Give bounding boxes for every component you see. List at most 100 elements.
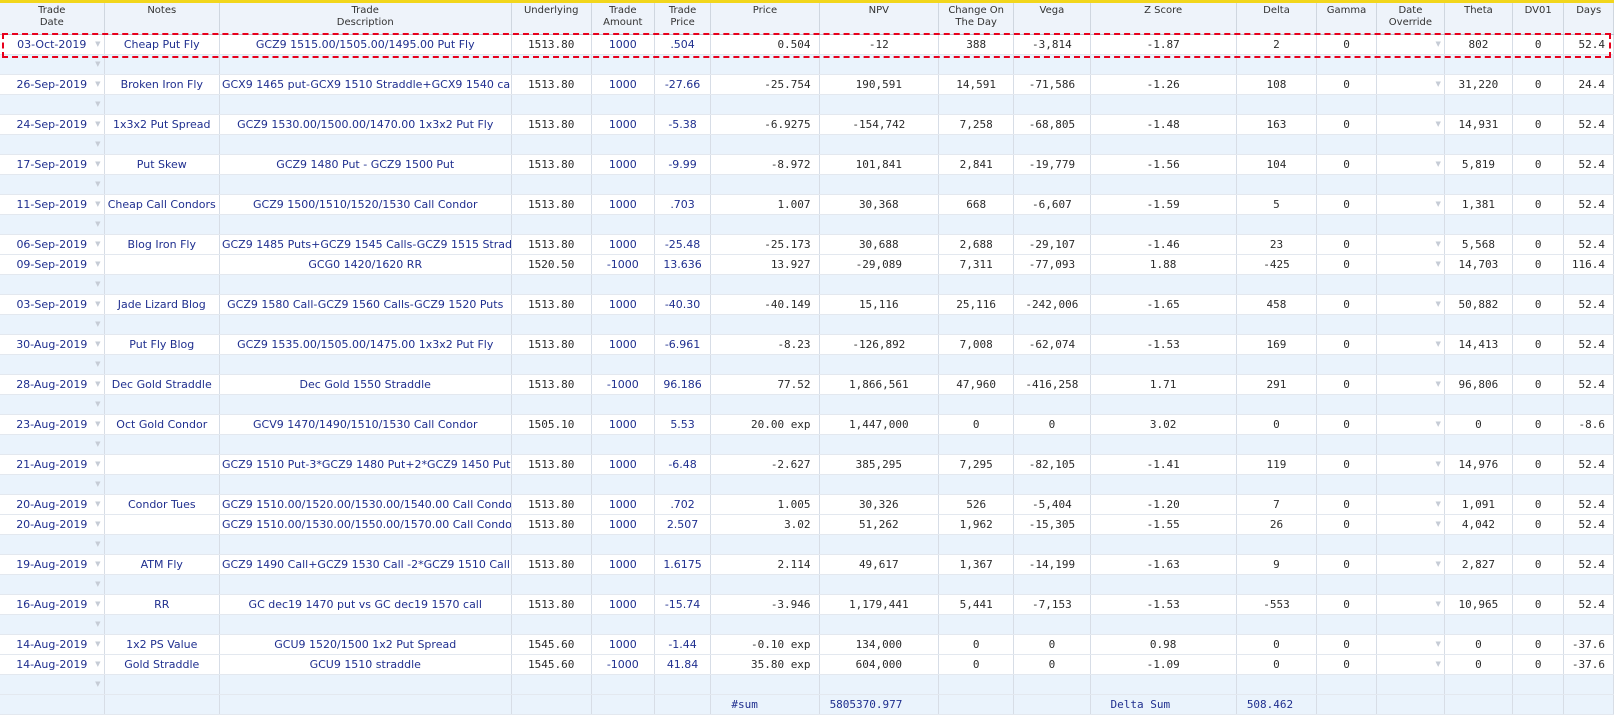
dropdown-arrow-icon[interactable]: ▼: [95, 120, 100, 128]
notes-cell[interactable]: Condor Tues: [104, 494, 220, 515]
date-override-cell[interactable]: ▼: [1376, 334, 1445, 355]
dropdown-arrow-icon[interactable]: ▼: [1436, 260, 1441, 268]
dropdown-arrow-icon[interactable]: ▼: [95, 540, 100, 548]
dropdown-arrow-icon[interactable]: ▼: [95, 180, 100, 188]
dropdown-arrow-icon[interactable]: ▼: [1436, 120, 1441, 128]
table-row[interactable]: 14-Aug-2019 ▼ Gold Straddle GCU9 1510 strad…: [0, 654, 1614, 675]
column-header-chg[interactable]: Change On The Day: [938, 3, 1015, 35]
dropdown-arrow-icon[interactable]: ▼: [95, 580, 100, 588]
notes-cell[interactable]: Oct Gold Condor: [104, 414, 220, 435]
dropdown-arrow-icon[interactable]: ▼: [95, 140, 100, 148]
date-override-cell[interactable]: ▼: [1376, 414, 1445, 435]
dropdown-arrow-icon[interactable]: ▼: [95, 380, 100, 388]
column-header-dov[interactable]: Date Override: [1376, 3, 1445, 35]
column-header-desc[interactable]: Trade Description: [219, 3, 512, 35]
date-override-cell[interactable]: ▼: [1376, 34, 1445, 55]
table-row[interactable]: 19-Aug-2019 ▼ ATM Fly GCZ9 1490 Call+GCZ9 1…: [0, 554, 1614, 575]
notes-cell[interactable]: Cheap Call Condors: [104, 194, 220, 215]
trade-description-cell[interactable]: GCZ9 1530.00/1500.00/1470.00 1x3x2 Put F…: [219, 114, 512, 135]
dropdown-arrow-icon[interactable]: ▼: [1436, 380, 1441, 388]
table-row[interactable]: 28-Aug-2019 ▼ Dec Gold Straddle Dec Gold 15…: [0, 374, 1614, 395]
column-header-dv01[interactable]: DV01: [1512, 3, 1565, 35]
column-header-price[interactable]: Price: [710, 3, 820, 35]
notes-cell[interactable]: [104, 254, 220, 275]
trade-date-cell[interactable]: 03-Oct-2019 ▼: [0, 34, 105, 55]
trade-description-cell[interactable]: GCV9 1470/1490/1510/1530 Call Condor: [219, 414, 512, 435]
trade-description-cell[interactable]: GCU9 1520/1500 1x2 Put Spread: [219, 634, 512, 655]
dropdown-arrow-icon[interactable]: ▼: [95, 320, 100, 328]
trade-date-cell[interactable]: 24-Sep-2019 ▼: [0, 114, 105, 135]
notes-cell[interactable]: [104, 514, 220, 535]
dropdown-arrow-icon[interactable]: ▼: [95, 400, 100, 408]
date-override-cell[interactable]: ▼: [1376, 154, 1445, 175]
column-header-und[interactable]: Underlying: [511, 3, 592, 35]
dropdown-arrow-icon[interactable]: ▼: [95, 280, 100, 288]
trade-description-cell[interactable]: GCZ9 1510.00/1530.00/1550.00/1570.00 Cal…: [219, 514, 512, 535]
date-override-cell[interactable]: ▼: [1376, 454, 1445, 475]
dropdown-arrow-icon[interactable]: ▼: [95, 520, 100, 528]
table-row[interactable]: 21-Aug-2019 ▼ GCZ9 1510 Put-3*GCZ9 1480 Pu…: [0, 454, 1614, 475]
trade-date-cell[interactable]: 26-Sep-2019 ▼: [0, 74, 105, 95]
dropdown-arrow-icon[interactable]: ▼: [95, 560, 100, 568]
date-override-cell[interactable]: ▼: [1376, 234, 1445, 255]
dropdown-arrow-icon[interactable]: ▼: [1436, 420, 1441, 428]
dropdown-arrow-icon[interactable]: ▼: [95, 340, 100, 348]
date-override-cell[interactable]: ▼: [1376, 554, 1445, 575]
dropdown-arrow-icon[interactable]: ▼: [95, 60, 100, 68]
dropdown-arrow-icon[interactable]: ▼: [1436, 660, 1441, 668]
dropdown-arrow-icon[interactable]: ▼: [95, 680, 100, 688]
trade-description-cell[interactable]: GCZ9 1485 Puts+GCZ9 1545 Calls-GCZ9 1515…: [219, 234, 512, 255]
notes-cell[interactable]: Broken Iron Fly: [104, 74, 220, 95]
dropdown-arrow-icon[interactable]: ▼: [1436, 500, 1441, 508]
trade-date-cell[interactable]: 28-Aug-2019 ▼: [0, 374, 105, 395]
notes-cell[interactable]: Jade Lizard Blog: [104, 294, 220, 315]
dropdown-arrow-icon[interactable]: ▼: [95, 360, 100, 368]
trade-date-cell[interactable]: 09-Sep-2019 ▼: [0, 254, 105, 275]
dropdown-arrow-icon[interactable]: ▼: [95, 420, 100, 428]
trade-description-cell[interactable]: GCU9 1510 straddle: [219, 654, 512, 675]
trade-date-cell[interactable]: 20-Aug-2019 ▼: [0, 494, 105, 515]
dropdown-arrow-icon[interactable]: ▼: [1436, 600, 1441, 608]
trade-date-cell[interactable]: 30-Aug-2019 ▼: [0, 334, 105, 355]
column-header-vega[interactable]: Vega: [1013, 3, 1091, 35]
dropdown-arrow-icon[interactable]: ▼: [95, 480, 100, 488]
notes-cell[interactable]: Put Skew: [104, 154, 220, 175]
dropdown-arrow-icon[interactable]: ▼: [95, 160, 100, 168]
dropdown-arrow-icon[interactable]: ▼: [1436, 240, 1441, 248]
notes-cell[interactable]: ATM Fly: [104, 554, 220, 575]
table-row[interactable]: 06-Sep-2019 ▼ Blog Iron Fly GCZ9 1485 Puts+…: [0, 234, 1614, 255]
table-row[interactable]: 03-Oct-2019 ▼ Cheap Put Fly GCZ9 1515.00/15…: [0, 34, 1614, 55]
table-row[interactable]: 23-Aug-2019 ▼ Oct Gold Condor GCV9 1470/149…: [0, 414, 1614, 435]
trade-description-cell[interactable]: GCZ9 1580 Call-GCZ9 1560 Calls-GCZ9 1520…: [219, 294, 512, 315]
trade-description-cell[interactable]: GCZ9 1510 Put-3*GCZ9 1480 Put+2*GCZ9 145…: [219, 454, 512, 475]
dropdown-arrow-icon[interactable]: ▼: [1436, 520, 1441, 528]
dropdown-arrow-icon[interactable]: ▼: [1436, 160, 1441, 168]
notes-cell[interactable]: Put Fly Blog: [104, 334, 220, 355]
notes-cell[interactable]: [104, 454, 220, 475]
trade-date-cell[interactable]: 23-Aug-2019 ▼: [0, 414, 105, 435]
dropdown-arrow-icon[interactable]: ▼: [95, 600, 100, 608]
column-header-z[interactable]: Z Score: [1090, 3, 1237, 35]
trade-date-cell[interactable]: 17-Sep-2019 ▼: [0, 154, 105, 175]
date-override-cell[interactable]: ▼: [1376, 514, 1445, 535]
notes-cell[interactable]: Blog Iron Fly: [104, 234, 220, 255]
notes-cell[interactable]: Gold Straddle: [104, 654, 220, 675]
trade-date-cell[interactable]: 16-Aug-2019 ▼: [0, 594, 105, 615]
trade-date-cell[interactable]: 11-Sep-2019 ▼: [0, 194, 105, 215]
trade-description-cell[interactable]: GC dec19 1470 put vs GC dec19 1570 call: [219, 594, 512, 615]
date-override-cell[interactable]: ▼: [1376, 294, 1445, 315]
dropdown-arrow-icon[interactable]: ▼: [95, 220, 100, 228]
dropdown-arrow-icon[interactable]: ▼: [95, 440, 100, 448]
date-override-cell[interactable]: ▼: [1376, 114, 1445, 135]
date-override-cell[interactable]: ▼: [1376, 374, 1445, 395]
date-override-cell[interactable]: ▼: [1376, 634, 1445, 655]
table-row[interactable]: 16-Aug-2019 ▼ RR GC dec19 1470 put vs GC de…: [0, 594, 1614, 615]
dropdown-arrow-icon[interactable]: ▼: [95, 660, 100, 668]
dropdown-arrow-icon[interactable]: ▼: [95, 80, 100, 88]
trade-date-cell[interactable]: 14-Aug-2019 ▼: [0, 654, 105, 675]
dropdown-arrow-icon[interactable]: ▼: [1436, 40, 1441, 48]
table-row[interactable]: 11-Sep-2019 ▼ Cheap Call Condors GCZ9 1500/…: [0, 194, 1614, 215]
date-override-cell[interactable]: ▼: [1376, 654, 1445, 675]
notes-cell[interactable]: Dec Gold Straddle: [104, 374, 220, 395]
column-header-tprice[interactable]: Trade Price: [654, 3, 712, 35]
